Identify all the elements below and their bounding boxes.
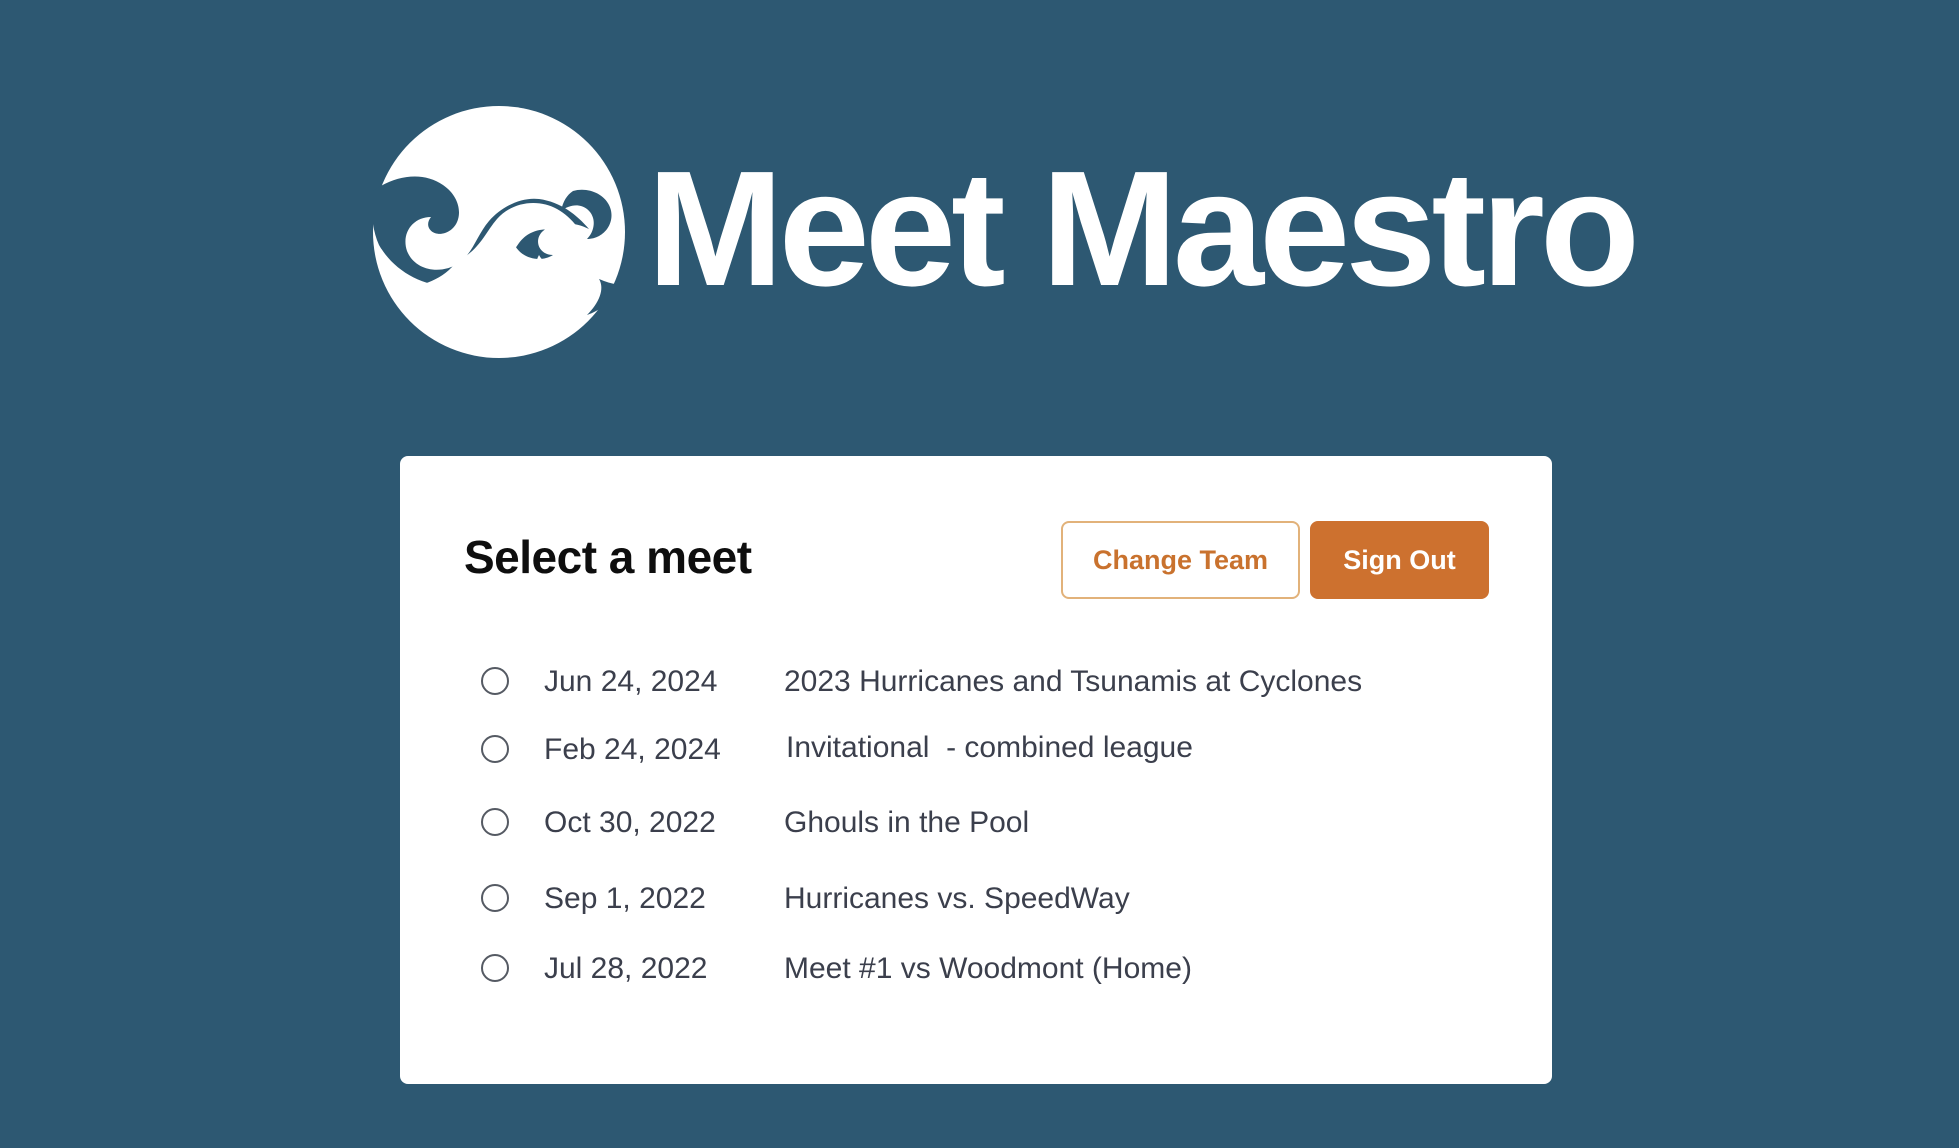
page: Meet Maestro Select a meet Change Team S…: [0, 0, 1959, 1148]
meet-radio[interactable]: [481, 808, 509, 836]
meet-radio[interactable]: [481, 667, 509, 695]
meet-list-item[interactable]: Oct 30, 2022 Ghouls in the Pool: [476, 805, 1476, 845]
meet-list-item[interactable]: Jun 24, 2024 2023 Hurricanes and Tsunami…: [476, 664, 1476, 704]
meet-list: Jun 24, 2024 2023 Hurricanes and Tsunami…: [400, 456, 1552, 1084]
wave-logo-icon: [373, 106, 625, 358]
meet-date: Feb 24, 2024: [544, 733, 721, 766]
meet-date: Oct 30, 2022: [544, 806, 716, 839]
meet-list-item[interactable]: Sep 1, 2022 Hurricanes vs. SpeedWay: [476, 881, 1476, 921]
meet-date: Sep 1, 2022: [544, 882, 706, 915]
meet-radio[interactable]: [481, 884, 509, 912]
meet-name: Meet #1 vs Woodmont (Home): [784, 952, 1192, 985]
meet-date: Jul 28, 2022: [544, 952, 708, 985]
meet-date: Jun 24, 2024: [544, 665, 718, 698]
meet-name: Invitational - combined league: [786, 731, 1193, 764]
brand-header: Meet Maestro: [373, 101, 1640, 363]
meet-name: Ghouls in the Pool: [784, 806, 1030, 839]
meet-select-card: Select a meet Change Team Sign Out Jun 2…: [400, 456, 1552, 1084]
brand-name: Meet Maestro: [647, 137, 1640, 320]
meet-radio[interactable]: [481, 735, 509, 763]
meet-list-item[interactable]: Jul 28, 2022 Meet #1 vs Woodmont (Home): [476, 951, 1476, 991]
meet-name: Hurricanes vs. SpeedWay: [784, 882, 1130, 915]
meet-name: 2023 Hurricanes and Tsunamis at Cyclones: [784, 665, 1363, 698]
meet-list-item[interactable]: Feb 24, 2024 Invitational - combined lea…: [476, 731, 1476, 772]
meet-radio[interactable]: [481, 954, 509, 982]
